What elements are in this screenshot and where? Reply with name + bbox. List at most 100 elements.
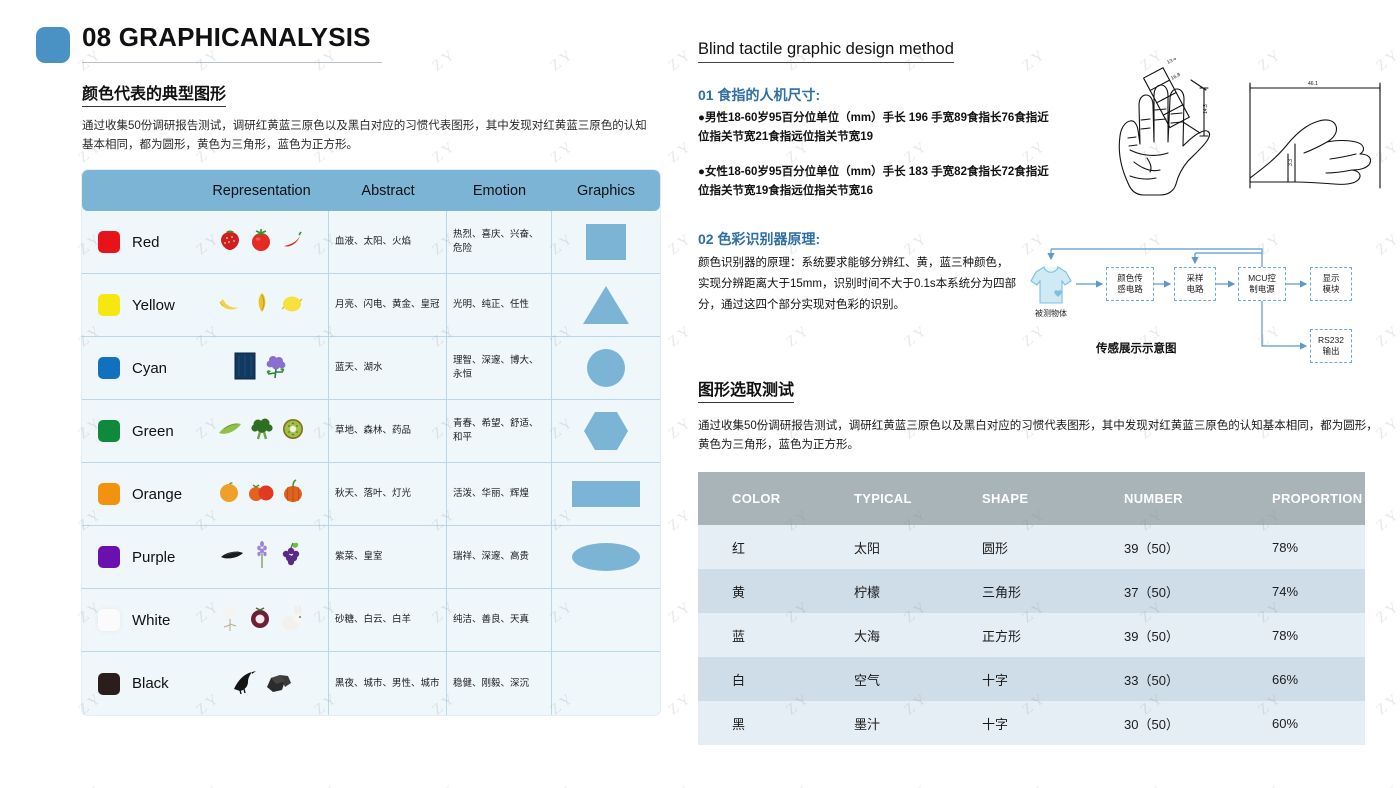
watermark-text: ZY (312, 782, 343, 788)
title-underline (82, 62, 382, 63)
shape-table-body: 红 太阳 圆形 39（50） 78% 黄 柠檬 三角形 37（50） 74% 蓝 大海 正方形 39（50… (698, 525, 1365, 745)
cell-typical: 柠檬 (854, 584, 881, 600)
flow-box-line1: RS232 (1318, 335, 1344, 345)
hand-dim-2: 16.8 (1170, 72, 1182, 82)
color-name: Green (132, 422, 174, 440)
color-table-body: Red 血液、太阳、火焰 热烈、喜庆、兴奋、危险 Yellow 月亮、闪电、黄金、皇冠光… (82, 211, 660, 715)
cell-number: 39（50） (1124, 540, 1179, 556)
flow-box-sampling: 采样 电路 (1174, 267, 1216, 301)
color-name: Red (132, 233, 160, 251)
col-header-emotion: Emotion (472, 182, 527, 199)
col-header-color: COLOR (732, 491, 781, 506)
emotion-cell: 瑞祥、深邃、高贵 (447, 526, 552, 588)
col-header-number: NUMBER (1124, 491, 1183, 506)
representation-cell (194, 400, 329, 462)
color-swatch (98, 546, 120, 568)
color-cell: White (82, 589, 194, 651)
shape-circle-glyph (587, 349, 625, 387)
table-row: Green 草地、森林、药品 青春、希望、舒适、和平 (82, 400, 660, 463)
cell-color: 白 (732, 672, 746, 688)
representation-cell (194, 337, 329, 399)
shape-table-header: COLOR TYPICAL SHAPE NUMBER PROPORTION (698, 472, 1365, 525)
table-row: 黄 柠檬 三角形 37（50） 74% (698, 569, 1365, 613)
watermark-text: ZY (1373, 689, 1400, 719)
cell-number: 39（50） (1124, 628, 1179, 644)
watermark-text: ZY (665, 505, 696, 535)
flow-box-line1: 采样 (1186, 273, 1204, 283)
tshirt-icon (1030, 266, 1072, 304)
color-cell: Yellow (82, 274, 194, 336)
representation-cell (194, 589, 329, 651)
watermark-text: ZY (1256, 782, 1287, 788)
kiwi-thumbnail (280, 416, 306, 447)
representation-cell (194, 526, 329, 588)
abstract-cell: 草地、森林、药品 (329, 400, 447, 462)
table-row: Black 黑夜、城市、男性、城市 稳健、刚毅、深沉 (82, 652, 660, 715)
color-swatch (98, 609, 120, 631)
rabbit-thumbnail (277, 604, 305, 637)
flow-box-line2: 制电源 (1249, 284, 1275, 294)
graphics-cell (552, 589, 660, 651)
color-swatch (98, 420, 120, 442)
hand-dim-3: 14.3 (1203, 104, 1209, 114)
cell-proportion: 78% (1272, 539, 1299, 555)
color-cell: Cyan (82, 337, 194, 399)
section-subtitle: 颜色代表的典型图形 (82, 80, 227, 107)
seaweed-thumbnail (218, 545, 246, 570)
watermark-text: ZY (430, 782, 461, 788)
watermark-text: ZY (784, 782, 815, 788)
graphics-cell (552, 526, 660, 588)
flow-box-sensor: 颜色传 感电路 (1106, 267, 1154, 301)
shape-selection-table: COLOR TYPICAL SHAPE NUMBER PROPORTION 红 太… (698, 472, 1365, 745)
color-cell: Green (82, 400, 194, 462)
hand-diagram-svg: 13.4 16.8 14.3 46.1 3.3 (1118, 56, 1381, 196)
color-name: Black (132, 675, 169, 692)
cucumber-thumbnail (216, 417, 244, 446)
sensor-flowchart: 被测物体 颜色传 感电路 采样 电路 MCU控 制电源 显示 模块 RS232 输出 (1022, 245, 1397, 370)
flow-box-line2: 输出 (1322, 346, 1340, 356)
representation-cell (194, 274, 329, 336)
shape-triangle-glyph (583, 286, 629, 324)
graphic-selection-section: 图形选取测试 通过收集50份调研报告测试，调研红黄蓝三原色以及黑白对应的习惯代表… (698, 376, 1378, 455)
flow-caption: 传感展示示意图 (1096, 343, 1177, 355)
watermark-text: ZY (548, 782, 579, 788)
watermark-text: ZY (1374, 782, 1400, 788)
col-header-typical: TYPICAL (854, 491, 912, 506)
table-row: Yellow 月亮、闪电、黄金、皇冠 光明、纯正、任性 (82, 274, 660, 337)
cell-proportion: 66% (1272, 671, 1299, 687)
hand-dim-4: 46.1 (1308, 81, 1318, 87)
watermark-text: ZY (665, 229, 696, 259)
watermark-text: ZY (1020, 782, 1051, 788)
page-title-row: 08 GRAPHICANALYSIS (30, 22, 660, 68)
watermark-text: ZY (665, 45, 696, 75)
cell-proportion: 74% (1272, 583, 1299, 599)
color-name: Purple (132, 548, 176, 566)
title-accent-chip (36, 27, 70, 63)
emotion-cell: 热烈、喜庆、兴奋、危险 (447, 211, 552, 273)
flow-box-line2: 感电路 (1117, 284, 1143, 294)
color-name: Yellow (132, 296, 175, 314)
representation-cell (194, 211, 329, 273)
flow-box-line1: MCU控 (1248, 273, 1276, 283)
emotion-cell: 稳健、刚毅、深沉 (447, 652, 552, 715)
watermark-text: ZY (902, 782, 933, 788)
hand-dim-5: 3.3 (1288, 159, 1294, 166)
emotion-cell: 理智、深邃、博大、永恒 (447, 337, 552, 399)
tomato-thumbnail (248, 227, 274, 258)
flow-box-line2: 模块 (1322, 284, 1340, 294)
graphics-cell (552, 400, 660, 462)
watermark-text: ZY (901, 321, 932, 351)
pumpkin-thumbnail (280, 478, 306, 510)
emotion-cell: 纯洁、善良、天真 (447, 589, 552, 651)
strawberry-thumbnail (217, 227, 243, 258)
abstract-cell: 血液、太阳、火焰 (329, 211, 447, 273)
abstract-cell: 秋天、落叶、灯光 (329, 463, 447, 525)
watermark-text: ZY (665, 137, 696, 167)
mango-thumbnail (248, 290, 274, 321)
watermark-text: ZY (783, 321, 814, 351)
flow-box-line1: 显示 (1322, 273, 1340, 283)
cell-shape: 十字 (982, 672, 1009, 688)
color-swatch (98, 294, 120, 316)
cell-color: 红 (732, 540, 746, 556)
persimmon-thumbnail (247, 480, 275, 509)
